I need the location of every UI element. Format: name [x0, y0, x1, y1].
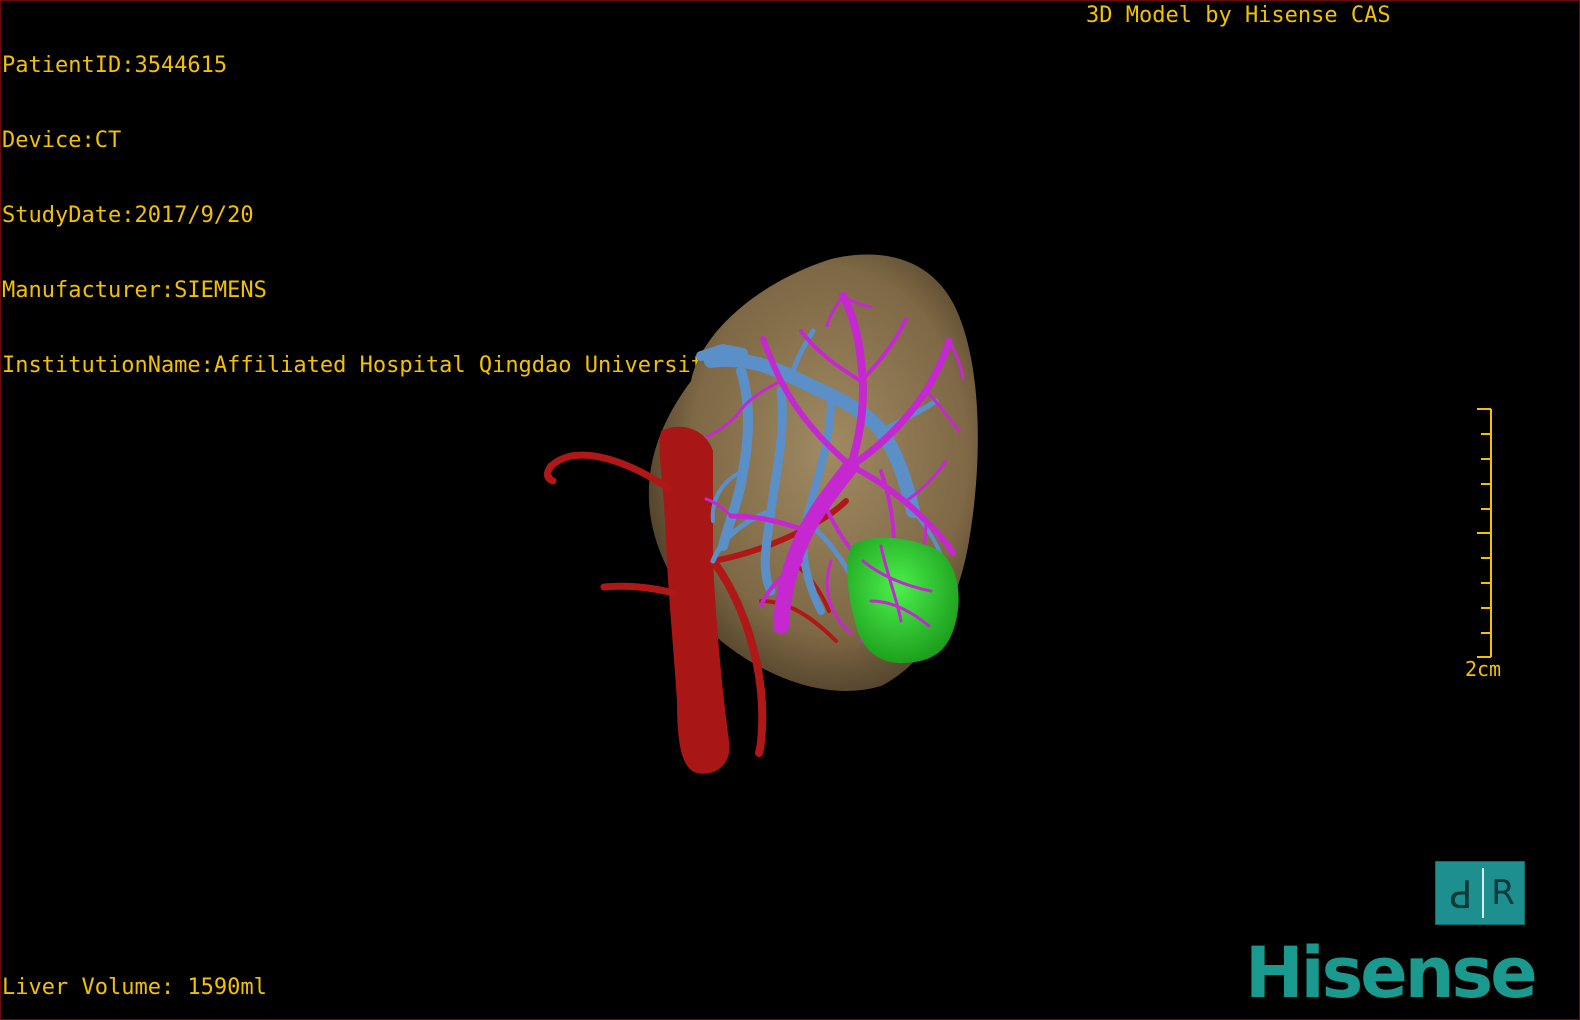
liver-volume-label: Liver Volume: 1590ml — [2, 975, 267, 1000]
orientation-face-posterior: P — [1449, 871, 1473, 915]
orientation-cube[interactable]: P R — [1435, 861, 1525, 925]
orientation-face-right: R — [1482, 868, 1522, 918]
scale-bar — [1477, 408, 1492, 658]
hisense-logo: Hisense — [1245, 932, 1538, 1014]
liver-3d-model[interactable] — [1, 1, 1580, 1020]
3d-viewport[interactable]: PatientID:3544615 Device:CT StudyDate:20… — [0, 0, 1580, 1020]
scale-bar-label: 2cm — [1464, 657, 1502, 681]
